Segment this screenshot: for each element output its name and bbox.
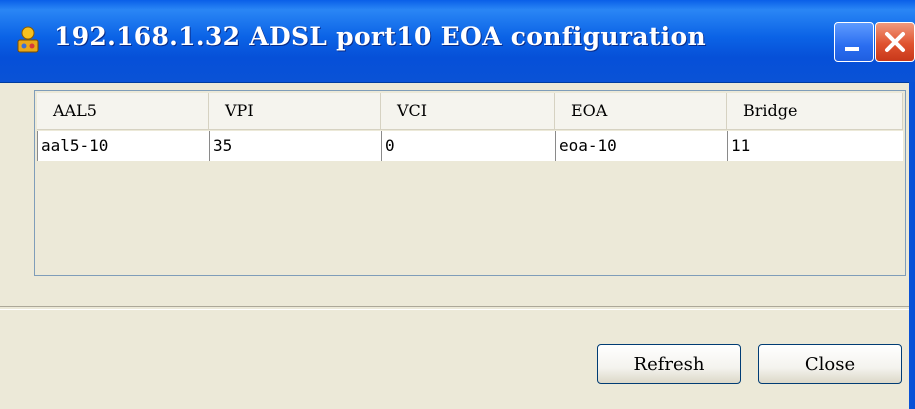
close-window-button[interactable]	[875, 22, 915, 62]
close-button[interactable]: Close	[758, 344, 902, 384]
column-header-aal5[interactable]: AAL5	[37, 93, 209, 129]
cell-aal5[interactable]: aal5-10	[37, 131, 209, 161]
eoa-table[interactable]: AAL5 VPI VCI EOA Bridge aal5-10 35 0 eoa…	[34, 90, 906, 276]
table-header: AAL5 VPI VCI EOA Bridge	[37, 93, 903, 130]
column-header-bridge[interactable]: Bridge	[727, 93, 903, 129]
table-row[interactable]: aal5-10 35 0 eoa-10 11	[37, 131, 903, 161]
minimize-button[interactable]	[834, 22, 874, 62]
column-header-vpi[interactable]: VPI	[209, 93, 381, 129]
app-icon	[14, 26, 42, 54]
window-title: 192.168.1.32 ADSL port10 EOA configurati…	[54, 22, 706, 51]
minimize-icon	[845, 47, 859, 51]
separator	[0, 306, 915, 310]
cell-vci[interactable]: 0	[381, 131, 555, 161]
window-frame-edge	[909, 82, 915, 409]
close-icon	[885, 32, 905, 52]
cell-bridge[interactable]: 11	[727, 131, 903, 161]
column-header-vci[interactable]: VCI	[381, 93, 555, 129]
eoa-config-window: 192.168.1.32 ADSL port10 EOA configurati…	[0, 0, 915, 409]
refresh-button[interactable]: Refresh	[597, 344, 741, 384]
title-bar[interactable]: 192.168.1.32 ADSL port10 EOA configurati…	[0, 0, 915, 83]
cell-eoa[interactable]: eoa-10	[555, 131, 727, 161]
cell-vpi[interactable]: 35	[209, 131, 381, 161]
column-header-eoa[interactable]: EOA	[555, 93, 727, 129]
